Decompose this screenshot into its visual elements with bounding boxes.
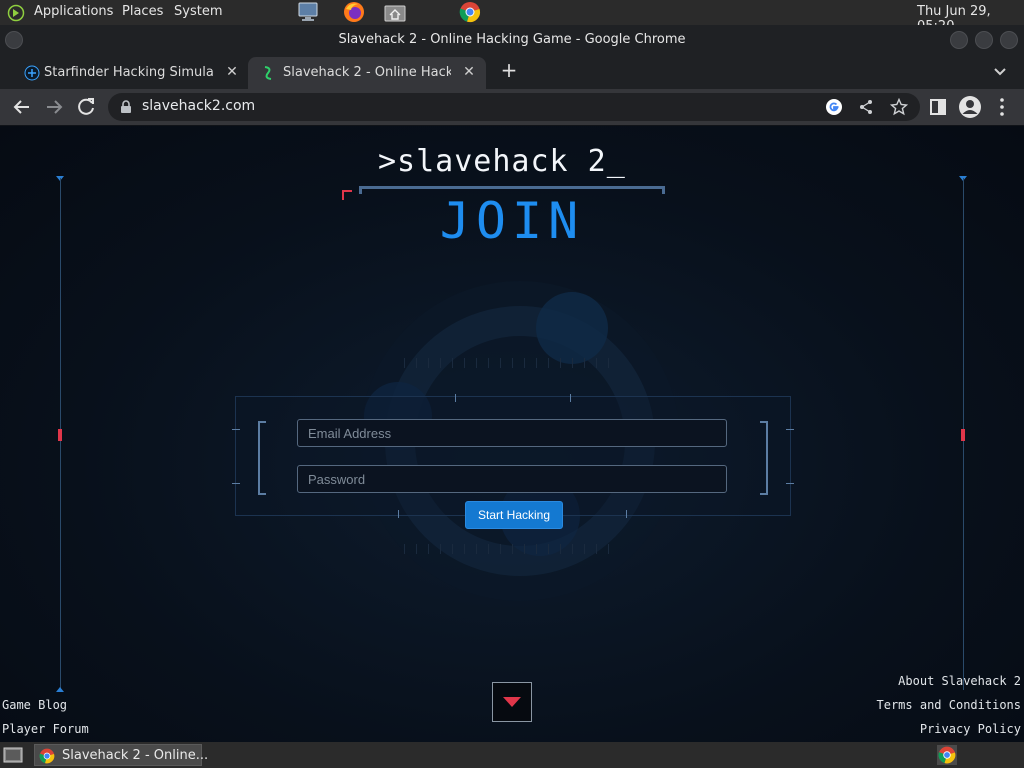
starfinder-favicon-icon	[24, 65, 40, 81]
minimize-button[interactable]	[950, 31, 968, 49]
tab-label: Slavehack 2 - Online Hacking Game	[283, 65, 451, 80]
slavehack-favicon-icon	[264, 66, 272, 80]
google-lens-icon[interactable]	[825, 98, 843, 116]
chrome-icon	[39, 748, 55, 764]
left-rail-bottom-marker-icon	[56, 687, 64, 692]
back-arrow-icon[interactable]	[10, 95, 34, 119]
tab-starfinder[interactable]: Starfinder Hacking Simulator ✕	[6, 57, 246, 89]
panel-tick	[232, 429, 240, 430]
panel-tick	[786, 483, 794, 484]
panel-tick	[232, 483, 240, 484]
profile-avatar-icon[interactable]	[958, 95, 982, 119]
side-panel-icon[interactable]	[926, 95, 950, 119]
login-panel: Start Hacking	[232, 394, 794, 529]
right-bracket	[760, 421, 768, 495]
new-tab-icon[interactable]: +	[498, 58, 520, 90]
game-blog-link[interactable]: Game Blog	[2, 698, 67, 712]
page-title: JOIN	[439, 192, 585, 250]
address-bar[interactable]: slavehack2.com	[108, 93, 920, 121]
tab-label: Starfinder Hacking Simulator	[44, 65, 214, 80]
tick-strip-bottom	[404, 544, 620, 554]
taskbar: Slavehack 2 - Online...	[0, 742, 1024, 768]
tab-search-chevron-icon[interactable]	[993, 66, 1007, 78]
home-folder-launcher-icon[interactable]	[383, 1, 407, 23]
down-triangle-icon	[503, 697, 521, 707]
tab-slavehack[interactable]: Slavehack 2 - Online Hacking Game ✕	[248, 57, 486, 89]
menu-places[interactable]: Places	[122, 4, 163, 19]
tab-close-icon[interactable]: ✕	[460, 63, 478, 81]
lock-icon[interactable]	[120, 100, 132, 114]
scroll-down-button[interactable]	[492, 682, 532, 722]
player-forum-link[interactable]: Player Forum	[2, 722, 89, 736]
window-titlebar[interactable]: Slavehack 2 - Online Hacking Game - Goog…	[0, 25, 1024, 55]
panel-tick	[398, 510, 399, 518]
panel-tick	[455, 394, 456, 402]
maximize-button[interactable]	[975, 31, 993, 49]
firefox-launcher-icon[interactable]	[342, 1, 366, 23]
close-window-button[interactable]	[1000, 31, 1018, 49]
page-viewport: >slavehack 2_ JOIN Start Hacking Game Bl…	[0, 126, 1024, 742]
tab-strip: Starfinder Hacking Simulator ✕ Slavehack…	[0, 55, 1024, 89]
left-bracket	[258, 421, 266, 495]
share-icon[interactable]	[858, 99, 874, 115]
top-panel: Applications Places System Thu Jun 29, 0…	[0, 0, 1024, 34]
tick-strip-top	[404, 358, 620, 368]
bookmark-star-icon[interactable]	[890, 98, 908, 116]
gnome-foot-icon[interactable]	[7, 4, 25, 22]
window-title: Slavehack 2 - Online Hacking Game - Goog…	[338, 32, 686, 47]
left-rail-indicator	[58, 429, 62, 441]
kebab-menu-icon[interactable]	[990, 95, 1014, 119]
corner-accent	[342, 190, 352, 200]
menu-applications[interactable]: Applications	[34, 4, 113, 19]
password-field[interactable]	[297, 465, 727, 493]
site-logo[interactable]: >slavehack 2_	[378, 144, 626, 179]
panel-tick	[626, 510, 627, 518]
panel-tick	[786, 429, 794, 430]
forward-arrow-icon[interactable]	[42, 95, 66, 119]
privacy-link[interactable]: Privacy Policy	[920, 722, 1021, 736]
task-label: Slavehack 2 - Online...	[62, 748, 209, 763]
right-rail-indicator	[961, 429, 965, 441]
reload-icon[interactable]	[74, 95, 98, 119]
show-desktop-icon[interactable]	[3, 746, 23, 764]
about-link[interactable]: About Slavehack 2	[898, 674, 1021, 688]
url-text[interactable]: slavehack2.com	[142, 98, 255, 114]
taskbar-chrome-window[interactable]: Slavehack 2 - Online...	[34, 744, 208, 766]
chrome-launcher-icon[interactable]	[458, 1, 482, 23]
tray-chrome-icon[interactable]	[937, 745, 957, 765]
tab-close-icon[interactable]: ✕	[223, 63, 241, 81]
menu-system[interactable]: System	[174, 4, 222, 19]
start-hacking-button[interactable]: Start Hacking	[465, 501, 563, 529]
browser-toolbar: slavehack2.com	[0, 89, 1024, 125]
computer-launcher-icon[interactable]	[296, 1, 320, 23]
email-field[interactable]	[297, 419, 727, 447]
panel-tick	[570, 394, 571, 402]
terms-link[interactable]: Terms and Conditions	[877, 698, 1022, 712]
